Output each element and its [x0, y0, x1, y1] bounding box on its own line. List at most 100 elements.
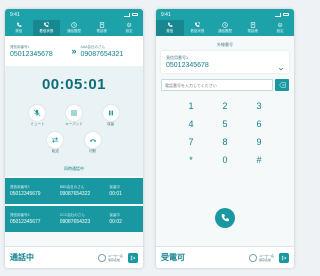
- bottom-status-bar: 通話中 ユーザー名 保存名前: [5, 246, 143, 268]
- nav-item-history[interactable]: 通話履歴: [211, 20, 239, 36]
- gear-icon: [277, 22, 283, 28]
- nav-label: 設定: [125, 29, 133, 33]
- top-nav: 発信 着信状態 通話履歴 電話帳 設定: [5, 20, 143, 36]
- status-bar: 9:41: [156, 9, 294, 20]
- double-arrow-icon: »: [71, 46, 77, 56]
- key-4[interactable]: 4: [174, 119, 208, 129]
- line-number: 05012345678: [166, 62, 209, 69]
- phone-input-row: [161, 79, 289, 91]
- battery-icon: [132, 13, 138, 16]
- key-5[interactable]: 5: [208, 119, 242, 129]
- incoming-call-icon: [194, 22, 201, 28]
- dial-call-button[interactable]: [215, 208, 235, 228]
- call-controls: ミュート キーパッド 保留 転送 切断: [19, 105, 129, 154]
- key-0[interactable]: 0: [208, 155, 242, 165]
- phone-number-input[interactable]: [161, 79, 273, 91]
- keypad-button[interactable]: キーパッド: [56, 105, 93, 127]
- history-icon: [71, 22, 77, 28]
- nav-label: 電話帳: [247, 29, 258, 33]
- status-icons: [124, 12, 138, 17]
- nav-item-contacts[interactable]: 電話帳: [239, 20, 267, 36]
- transfer-icon: [51, 136, 59, 144]
- contacts-icon: [99, 22, 105, 28]
- nav-item-contacts[interactable]: 電話帳: [88, 20, 116, 36]
- held-line-label: 発信用番号3: [10, 213, 30, 217]
- history-icon: [222, 22, 228, 28]
- hangup-button[interactable]: 切断: [74, 132, 111, 154]
- nav-item-call[interactable]: 発信: [5, 20, 33, 36]
- callee-info: AAA会社のさん 09087654321: [81, 45, 139, 58]
- call-parties: 発信用番号1 05012345678 » AAA会社のさん 0908765432…: [5, 36, 143, 66]
- held-party-number: 09087654323: [59, 219, 91, 225]
- nav-label: 発信: [15, 29, 23, 33]
- held-call-card[interactable]: 発信用番号2 05012345679 BBB会社のさん 09087654322 …: [5, 178, 143, 204]
- hold-button[interactable]: 保留: [92, 105, 129, 127]
- user-name: ユーザー名: [259, 253, 274, 258]
- status-time: 9:41: [10, 11, 20, 18]
- key-6[interactable]: 6: [242, 119, 276, 129]
- logout-icon: [130, 255, 136, 261]
- key-2[interactable]: 2: [208, 101, 242, 111]
- in-call-screen: 9:41 発信 着信状態 通話履歴 電話帳 設定 発信用番号1 05012345…: [5, 9, 143, 268]
- contacts-icon: [250, 22, 256, 28]
- held-party-label: CCC会社のさん: [59, 213, 85, 217]
- held-status-label: 保留中: [109, 185, 120, 189]
- key-3[interactable]: 3: [242, 101, 276, 111]
- held-line-number: 05012345679: [10, 191, 41, 197]
- mute-icon: [33, 109, 41, 117]
- key-8[interactable]: 8: [208, 137, 242, 147]
- mute-label: ミュート: [30, 122, 45, 126]
- user-info: ユーザー名 保存名前: [98, 252, 138, 263]
- callee-number: 09087654321: [80, 50, 124, 58]
- held-time: 00:01: [109, 191, 122, 197]
- nav-item-history[interactable]: 通話履歴: [60, 20, 88, 36]
- user-sub: 保存名前: [259, 257, 272, 262]
- held-party: CCC会社のさん 09087654323: [60, 213, 108, 225]
- user-name: ユーザー名: [108, 253, 123, 258]
- nav-item-incoming[interactable]: 着信状態: [32, 20, 61, 36]
- simultaneous-calls-title: 同時通話中: [64, 166, 84, 171]
- key-star[interactable]: *: [174, 155, 208, 165]
- nav-label: 通話履歴: [217, 29, 232, 33]
- avatar: [249, 253, 258, 262]
- nav-item-settings[interactable]: 設定: [115, 20, 143, 36]
- logout-button[interactable]: [279, 252, 289, 263]
- transfer-button[interactable]: 転送: [37, 132, 74, 154]
- logout-button[interactable]: [128, 252, 138, 263]
- nav-item-incoming[interactable]: 着信状態: [184, 20, 212, 36]
- backspace-button[interactable]: [275, 79, 289, 91]
- backspace-icon: [278, 82, 286, 88]
- held-call-card[interactable]: 発信用番号3 05012345677 CCC会社のさん 09087654323 …: [5, 206, 143, 232]
- nav-label: 着信状態: [39, 29, 54, 33]
- key-hash[interactable]: #: [242, 155, 276, 165]
- held-line: 発信用番号2 05012345679: [10, 185, 58, 197]
- nav-label: 通話履歴: [66, 29, 81, 33]
- held-status: 保留中 00:01: [109, 185, 138, 197]
- held-line-label: 発信用番号2: [10, 185, 30, 189]
- keypad-label: キーパッド: [65, 122, 83, 126]
- call-timer: 00:05:01: [41, 76, 107, 93]
- held-party: BBB会社のさん 09087654322: [60, 185, 108, 197]
- key-1[interactable]: 1: [174, 101, 208, 111]
- call-status: 通話中: [10, 253, 34, 262]
- logout-icon: [281, 255, 287, 261]
- line-select[interactable]: 発信用番号1 05012345678: [161, 51, 289, 73]
- nav-item-settings[interactable]: 設定: [266, 20, 294, 36]
- phone-icon: [167, 22, 173, 28]
- section-label: 外線番号: [217, 42, 233, 47]
- hold-label: 保留: [107, 122, 115, 126]
- user-info: ユーザー名 保存名前: [249, 252, 289, 263]
- caller-info: 発信用番号1 05012345678: [10, 45, 68, 58]
- callee-label: AAA会社のさん: [80, 44, 106, 49]
- mute-button[interactable]: ミュート: [19, 105, 56, 127]
- key-9[interactable]: 9: [242, 137, 276, 147]
- held-status-label: 保留中: [109, 213, 120, 217]
- reception-status: 受電可: [161, 253, 185, 262]
- key-7[interactable]: 7: [174, 137, 208, 147]
- nav-label: 発信: [166, 29, 174, 33]
- held-party-label: BBB会社のさん: [59, 185, 85, 189]
- nav-item-call[interactable]: 発信: [156, 20, 184, 36]
- held-line: 発信用番号3 05012345677: [10, 213, 58, 225]
- battery-icon: [283, 13, 289, 16]
- held-party-number: 09087654322: [59, 191, 91, 197]
